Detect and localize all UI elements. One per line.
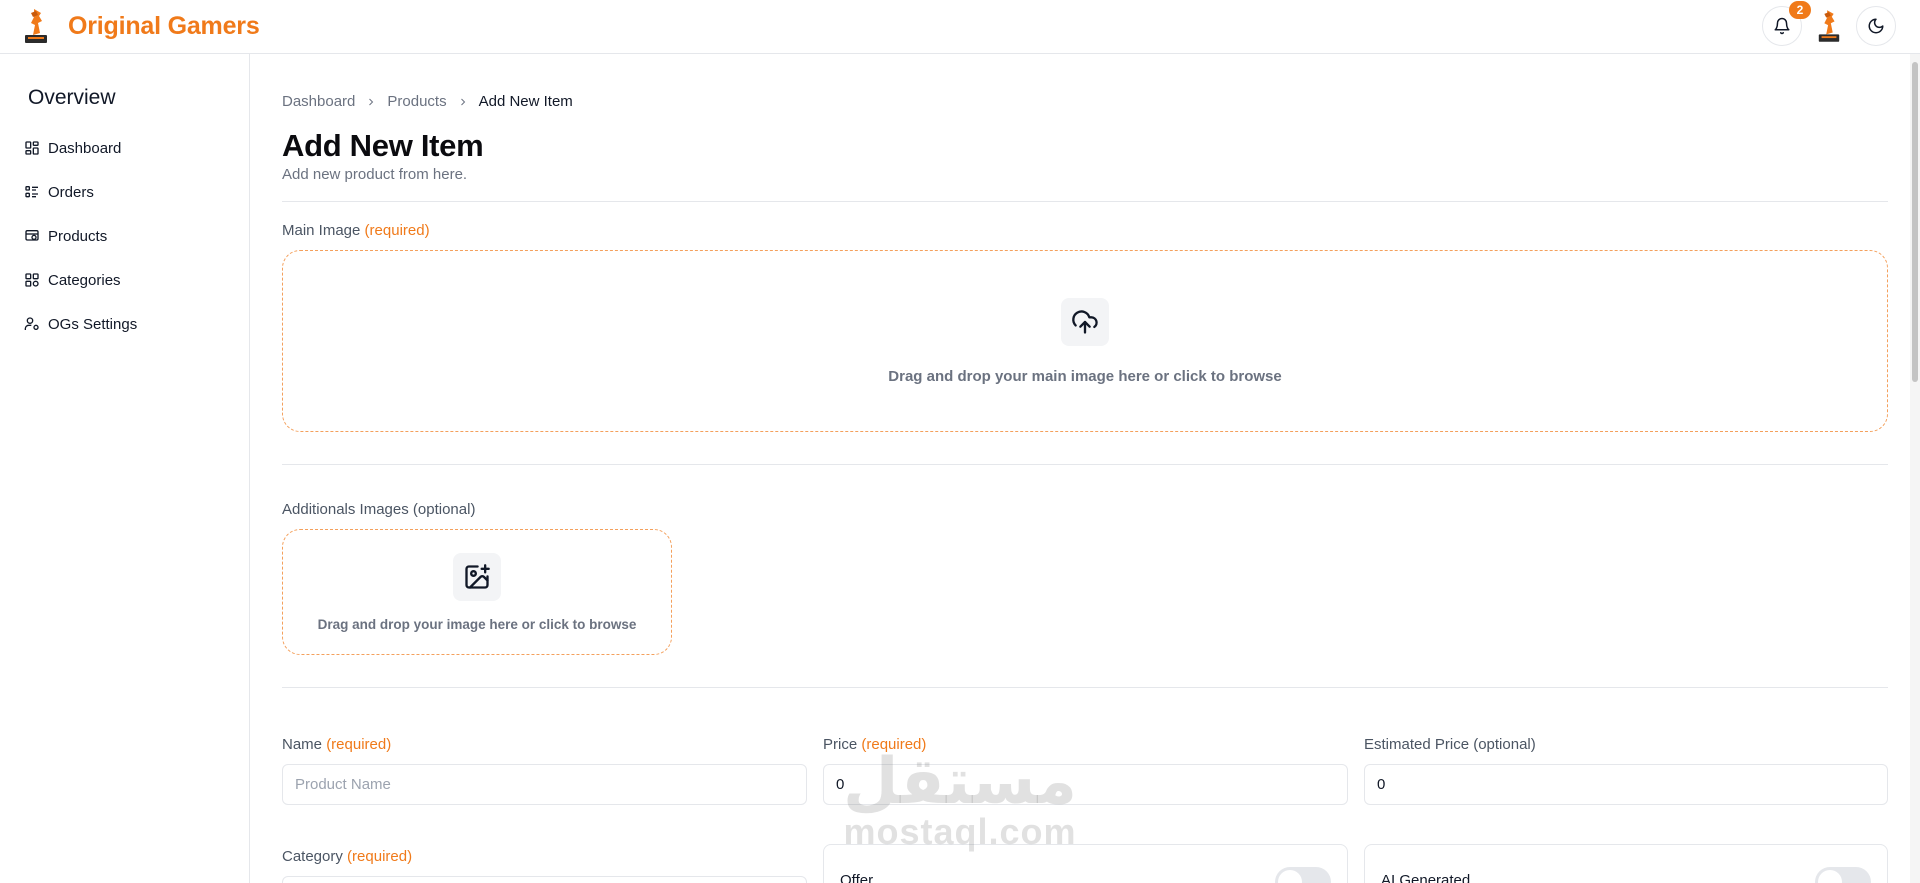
name-label-text: Name [282, 736, 323, 753]
sidebar-item-products[interactable]: Products [24, 214, 137, 258]
header-actions: 2 [1762, 1, 1896, 46]
main-image-dropzone[interactable]: Drag and drop your main image here or cl… [282, 250, 1888, 432]
breadcrumb-dashboard[interactable]: Dashboard [282, 93, 355, 110]
additional-images-dropzone[interactable]: Drag and drop your image here or click t… [282, 529, 672, 655]
price-input[interactable] [823, 764, 1348, 805]
sidebar-item-categories[interactable]: Categories [24, 258, 137, 302]
additional-images-dropzone-text: Drag and drop your image here or click t… [317, 616, 637, 632]
offer-toggle-card: Offer [823, 844, 1348, 883]
page-scrollbar[interactable] [1910, 54, 1920, 883]
required-tag: (required) [347, 848, 413, 865]
divider [282, 464, 1888, 465]
switch-knob [1818, 870, 1842, 883]
divider [282, 201, 1888, 202]
scrollbar-thumb[interactable] [1912, 62, 1918, 382]
page-title: Add New Item [282, 128, 484, 163]
category-label: Category (required) [282, 848, 412, 865]
breadcrumb: Dashboard Products Add New Item [282, 93, 573, 110]
category-label-text: Category [282, 848, 343, 865]
switch-knob [1278, 870, 1302, 883]
bell-icon [1774, 17, 1790, 35]
image-plus-icon [453, 552, 501, 601]
moon-icon [1868, 18, 1884, 34]
notification-badge: 2 [1789, 1, 1811, 19]
offer-switch[interactable] [1275, 867, 1331, 883]
main-image-label-text: Main Image [282, 222, 361, 239]
page-subtitle: Add new product from here. [282, 166, 468, 183]
required-tag: (required) [364, 222, 430, 239]
user-settings-icon [24, 317, 39, 330]
price-label: Price (required) [823, 736, 926, 753]
main-content: Dashboard Products Add New Item Add New … [282, 54, 1890, 883]
dashboard-grid-icon [25, 141, 39, 155]
upload-cloud-icon [1061, 297, 1109, 346]
sidebar-item-label: Categories [48, 271, 121, 289]
chevron-right-icon [369, 98, 374, 105]
price-label-text: Price [823, 736, 858, 753]
ai-generated-label: AI Generated [1381, 872, 1471, 883]
additional-images-label: Additionals Images (optional) [282, 501, 476, 518]
sidebar-item-orders[interactable]: Orders [24, 170, 137, 214]
category-select[interactable] [282, 876, 807, 883]
main-image-dropzone-text: Drag and drop your main image here or cl… [888, 367, 1282, 385]
required-tag: (required) [326, 736, 392, 753]
sidebar-item-label: OGs Settings [48, 315, 138, 333]
user-avatar[interactable] [1816, 8, 1842, 44]
ai-generated-toggle-card: AI Generated [1364, 844, 1888, 883]
brand[interactable]: Original Gamers [22, 7, 260, 45]
divider [282, 687, 1888, 688]
name-label: Name (required) [282, 736, 391, 753]
estimated-price-label: Estimated Price (optional) [1364, 736, 1536, 753]
brand-name: Original Gamers [68, 11, 260, 40]
required-tag: (required) [861, 736, 927, 753]
sidebar: Overview Dashboard Orders Products Categ… [0, 54, 250, 883]
top-header: Original Gamers 2 [0, 0, 1920, 54]
sidebar-item-label: Orders [48, 183, 94, 201]
chevron-right-icon [460, 98, 465, 105]
offer-label: Offer [840, 872, 874, 883]
name-input[interactable] [282, 764, 807, 805]
list-icon [25, 186, 38, 198]
breadcrumb-current: Add New Item [478, 93, 573, 110]
sidebar-item-label: Products [48, 227, 108, 245]
categories-icon [25, 273, 39, 287]
theme-toggle-button[interactable] [1856, 6, 1896, 46]
ai-generated-switch[interactable] [1815, 867, 1871, 883]
products-icon [25, 230, 39, 241]
main-image-label: Main Image (required) [282, 222, 430, 239]
sidebar-item-label: Dashboard [48, 139, 122, 157]
estimated-price-input[interactable] [1364, 764, 1888, 805]
sidebar-item-dashboard[interactable]: Dashboard [24, 126, 137, 170]
brand-logo-icon [25, 9, 47, 43]
sidebar-nav: Dashboard Orders Products Categories OGs… [24, 126, 137, 346]
sidebar-title: Overview [28, 86, 116, 109]
notifications-button[interactable]: 2 [1762, 1, 1811, 46]
breadcrumb-products[interactable]: Products [387, 93, 446, 110]
sidebar-item-ogs-settings[interactable]: OGs Settings [24, 302, 137, 346]
